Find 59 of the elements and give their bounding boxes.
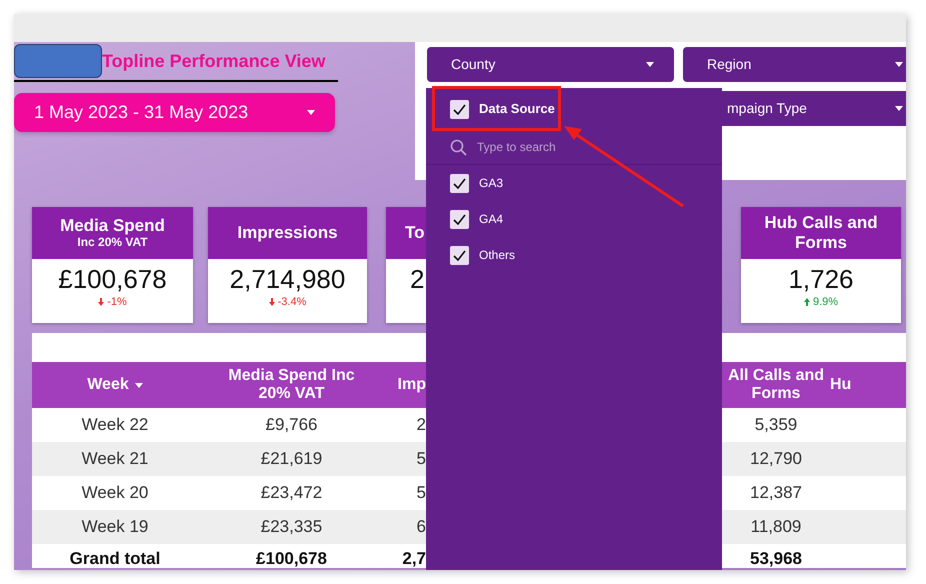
table-cell-text: £9,766 <box>264 414 318 436</box>
caret-icon <box>307 110 315 115</box>
kpi-title: Media Spend <box>60 216 165 236</box>
kpi-value: 1,726 <box>787 265 855 294</box>
option-label[interactable]: GA4 <box>479 210 504 228</box>
kpi-title: To <box>405 223 425 243</box>
column-header[interactable]: Media Spend Inc 20% VAT <box>198 362 385 408</box>
check-icon <box>453 214 466 224</box>
table-cell-text: Week 20 <box>80 482 150 504</box>
dropdown-title: Data Source <box>479 100 555 118</box>
table-cell-text: 5 <box>416 448 426 470</box>
search-icon <box>450 138 467 156</box>
column-header[interactable]: Imp <box>385 362 426 408</box>
table-cell-text: Week 19 <box>80 516 150 538</box>
date-range-picker[interactable]: 1 May 2023 - 31 May 2023 <box>14 93 335 132</box>
kpi-value: £100,678 <box>57 265 168 294</box>
table-cell-text: 11,809 <box>750 516 802 538</box>
county-filter[interactable]: County <box>427 47 674 82</box>
checkbox[interactable] <box>450 210 469 228</box>
table-cell-text: Week 21 <box>80 448 150 470</box>
check-icon <box>453 250 466 260</box>
search-field[interactable]: Type to search <box>475 137 675 157</box>
kpi-change: 9.9% <box>812 294 838 310</box>
kpi-title: Impressions <box>237 223 338 243</box>
total-cell-text: £100,678 <box>255 548 328 570</box>
column-header[interactable]: Week <box>32 362 198 408</box>
column-header[interactable]: Hu <box>830 362 906 408</box>
caret-icon <box>895 106 903 111</box>
checkbox[interactable] <box>450 246 469 264</box>
select-all-checkbox[interactable] <box>450 100 469 118</box>
check-icon <box>453 178 466 188</box>
checkbox[interactable] <box>450 174 469 192</box>
kpi-change: -3.4% <box>278 294 306 310</box>
option-label[interactable]: GA3 <box>479 174 504 192</box>
report-title: Topline Performance View <box>102 50 326 73</box>
table-cell-text: 12,387 <box>749 482 803 504</box>
table-cell-text: 6 <box>416 516 426 538</box>
kpi-change: -1% <box>107 294 127 310</box>
table-cell-text: £23,335 <box>260 516 324 538</box>
total-cell-text: Grand total <box>68 548 162 570</box>
kpi-title: Hub Calls and Forms <box>763 213 879 253</box>
total-cell-text: 53,968 <box>749 548 803 570</box>
kpi-value: 2 <box>409 265 426 294</box>
table-cell-text: 2 <box>416 414 426 436</box>
kpi-subtitle: Inc 20% VAT <box>77 236 148 250</box>
caret-icon <box>895 62 903 67</box>
kpi-value: 2,714,980 <box>228 265 346 294</box>
table-cell-text: 5 <box>416 482 426 504</box>
table-cell-text: £21,619 <box>260 448 324 470</box>
caret-icon <box>646 62 654 67</box>
option-label[interactable]: Others <box>479 246 516 264</box>
table-cell-text: Week 22 <box>80 414 150 436</box>
total-cell-text: 2,7 <box>401 548 426 570</box>
table-cell-text: 12,790 <box>749 448 803 470</box>
column-header[interactable]: All Calls and Forms <box>722 362 830 408</box>
table-cell-text: 5,359 <box>754 414 798 436</box>
check-icon <box>453 104 466 114</box>
region-filter[interactable]: Region <box>683 47 906 82</box>
table-cell-text: £23,472 <box>260 482 324 504</box>
